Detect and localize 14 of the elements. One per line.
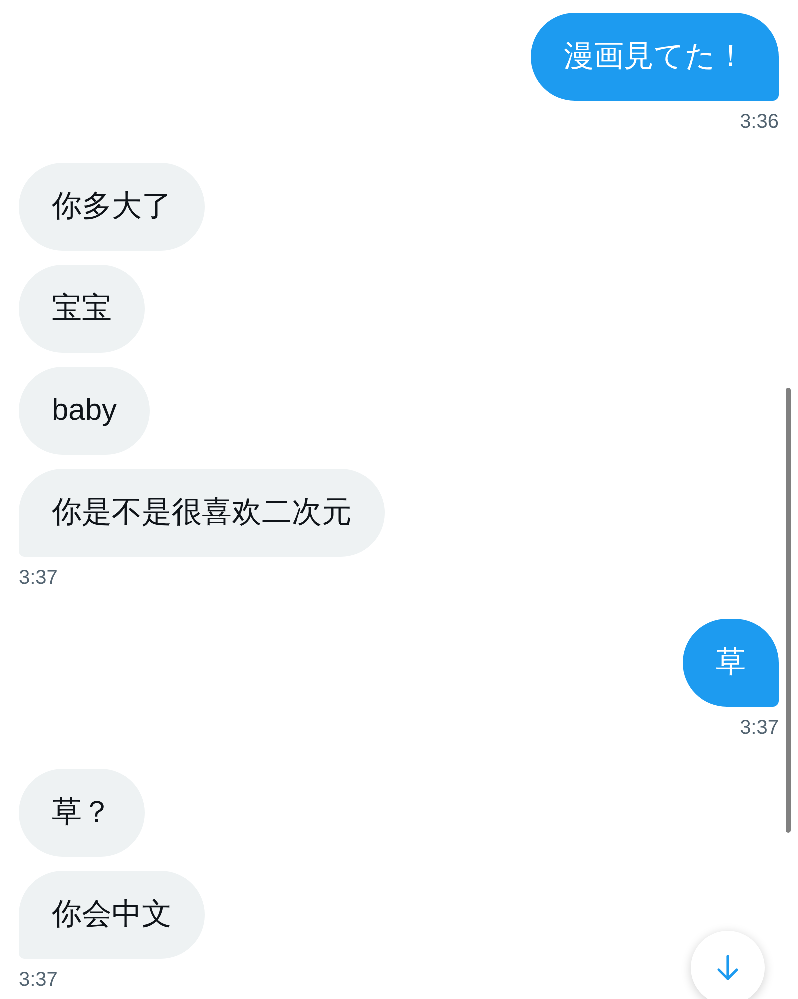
scrollbar-thumb[interactable] bbox=[786, 388, 791, 833]
message-bubble: 草 bbox=[683, 619, 779, 707]
message-bubble: 宝宝 bbox=[19, 265, 145, 353]
message-bubble: 你多大了 bbox=[19, 163, 205, 251]
message-time: 3:37 bbox=[19, 968, 58, 992]
arrow-down-icon bbox=[717, 955, 739, 981]
message-time: 3:37 bbox=[19, 566, 58, 590]
message-bubble: 你是不是很喜欢二次元 bbox=[19, 469, 385, 557]
message-time: 3:37 bbox=[740, 716, 779, 740]
message-bubble: 漫画見てた！ bbox=[531, 13, 779, 101]
message-time: 3:36 bbox=[740, 110, 779, 134]
message-bubble: baby bbox=[19, 367, 150, 455]
message-bubble: 你会中文 bbox=[19, 871, 205, 959]
message-bubble: 草？ bbox=[19, 769, 145, 857]
